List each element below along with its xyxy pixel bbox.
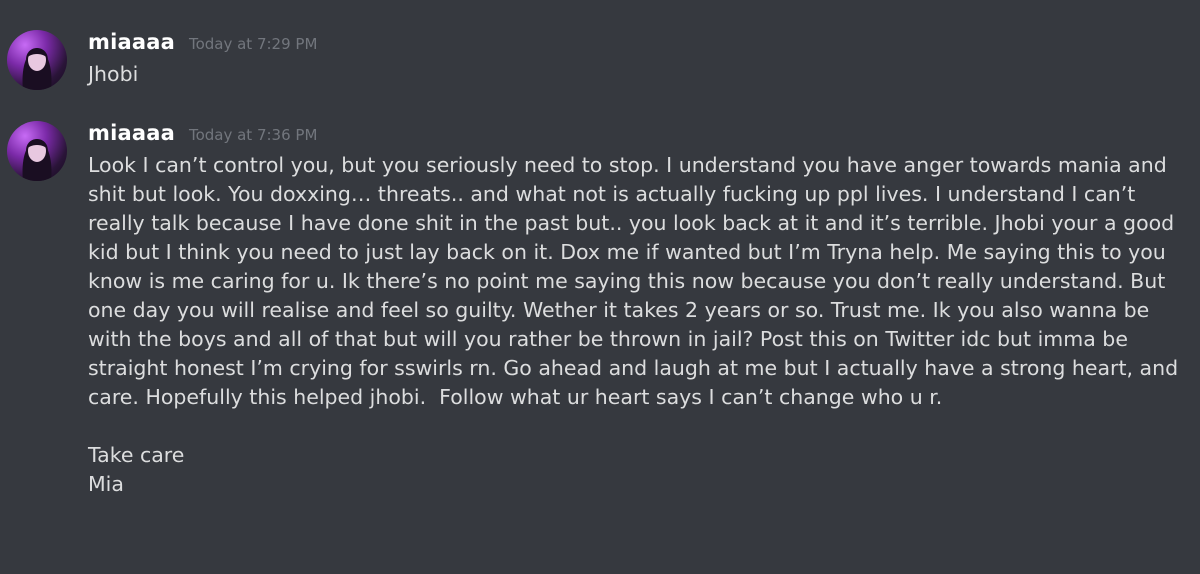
message-text: Jhobi [88,62,139,86]
timestamp: Today at 7:29 PM [188,35,318,53]
chat-messages: miaaaa Today at 7:29 PM Jhobi miaaaa Today… [0,0,1200,574]
username[interactable]: miaaaa [88,121,175,145]
username[interactable]: miaaaa [88,30,175,54]
message-header: miaaaa Today at 7:29 PM [88,30,317,54]
message-header: miaaaa Today at 7:36 PM [88,121,317,145]
avatar[interactable] [7,121,67,181]
avatar-image [22,48,52,90]
message-text: Look I can’t control you, but you seriou… [88,153,1179,496]
timestamp: Today at 7:36 PM [188,126,318,144]
avatar-image [22,139,52,181]
avatar[interactable] [7,30,67,90]
